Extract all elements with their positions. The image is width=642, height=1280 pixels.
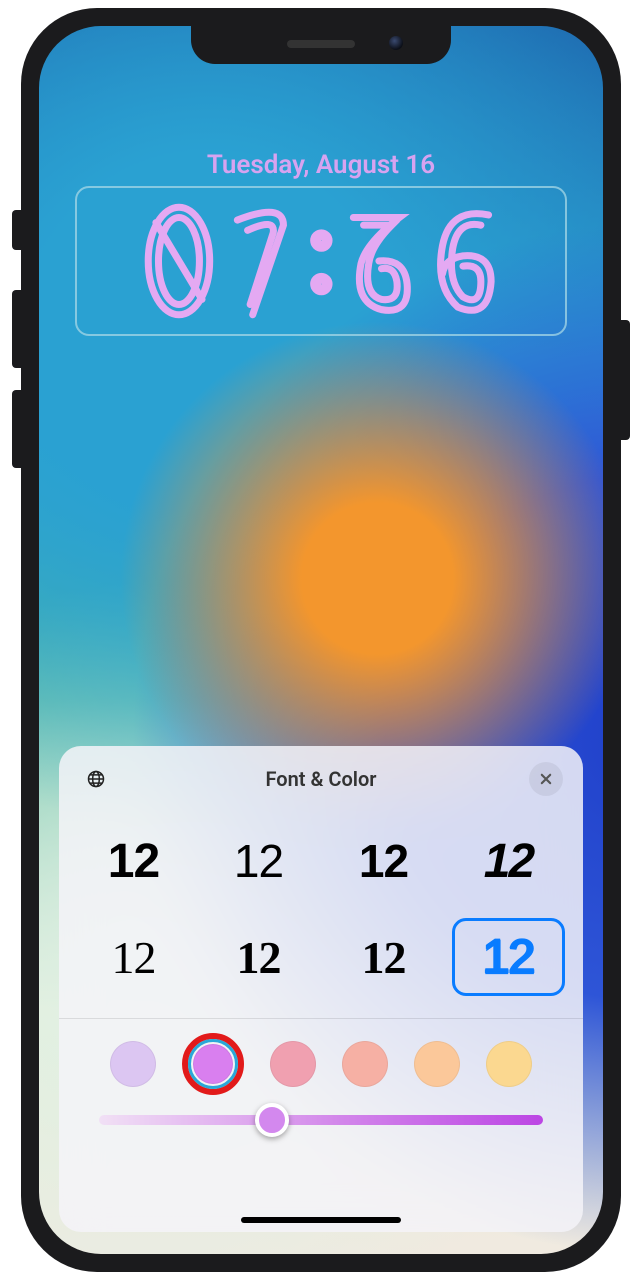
power-button[interactable] xyxy=(620,320,630,440)
font-option-1[interactable]: 12 xyxy=(77,822,190,900)
font-option-label: 12 xyxy=(359,834,408,888)
font-option-5[interactable]: 12 xyxy=(77,918,190,996)
close-icon xyxy=(536,769,556,789)
font-option-label: 12 xyxy=(234,834,283,888)
font-color-panel: Font & Color 12 12 12 12 12 12 12 12 xyxy=(59,746,583,1232)
font-option-label: 12 xyxy=(483,930,534,985)
globe-button[interactable] xyxy=(79,762,113,796)
saturation-slider[interactable] xyxy=(99,1115,543,1125)
font-option-8[interactable]: 12 xyxy=(452,918,565,996)
screen: Tuesday, August 16 xyxy=(39,26,603,1254)
font-grid: 12 12 12 12 12 12 12 12 xyxy=(59,804,583,1019)
color-row xyxy=(59,1019,583,1097)
font-option-7[interactable]: 12 xyxy=(327,918,440,996)
lock-time xyxy=(138,197,504,325)
panel-title: Font & Color xyxy=(113,767,529,791)
slider-thumb[interactable] xyxy=(255,1103,289,1137)
font-option-2[interactable]: 12 xyxy=(202,822,315,900)
clock-selection-box[interactable] xyxy=(75,186,567,336)
font-option-label: 12 xyxy=(237,931,281,984)
home-indicator[interactable] xyxy=(241,1217,401,1223)
font-option-4[interactable]: 12 xyxy=(452,822,565,900)
color-swatch-3[interactable] xyxy=(270,1041,316,1087)
color-swatch-2[interactable] xyxy=(182,1033,244,1095)
notch xyxy=(191,26,451,64)
color-swatch-1[interactable] xyxy=(110,1041,156,1087)
font-option-label: 12 xyxy=(362,931,406,984)
font-option-label: 12 xyxy=(112,931,156,984)
font-option-label: 12 xyxy=(108,834,159,889)
lock-date: Tuesday, August 16 xyxy=(39,150,603,180)
saturation-slider-row xyxy=(59,1097,583,1163)
phone-frame: Tuesday, August 16 xyxy=(21,8,621,1272)
close-button[interactable] xyxy=(529,762,563,796)
panel-header: Font & Color xyxy=(59,746,583,804)
font-option-label: 12 xyxy=(484,834,533,889)
globe-icon xyxy=(86,769,106,789)
font-option-3[interactable]: 12 xyxy=(327,822,440,900)
color-swatch-5[interactable] xyxy=(414,1041,460,1087)
font-option-6[interactable]: 12 xyxy=(202,918,315,996)
color-swatch-4[interactable] xyxy=(342,1041,388,1087)
color-swatch-6[interactable] xyxy=(486,1041,532,1087)
